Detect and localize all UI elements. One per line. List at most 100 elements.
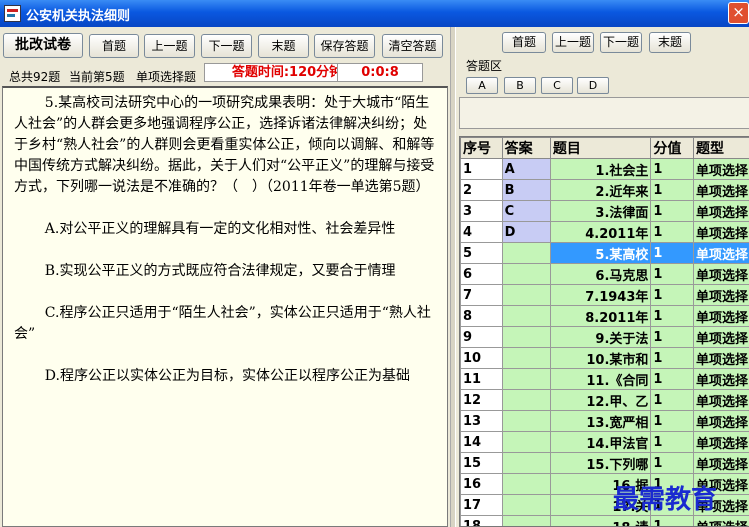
row-type[interactable]: 单项选择 [692, 368, 749, 390]
row-answer[interactable]: A [501, 158, 551, 180]
row-type[interactable]: 单项选择 [692, 158, 749, 180]
close-button[interactable]: × [728, 2, 749, 24]
row-number[interactable]: 12 [460, 389, 503, 411]
row-type[interactable]: 单项选择 [692, 347, 749, 369]
row-number[interactable]: 8 [460, 305, 503, 327]
row-score[interactable]: 1 [650, 431, 694, 453]
row-title[interactable]: 11.《合同 [549, 368, 652, 390]
row-title[interactable]: 6.马克思 [549, 263, 652, 285]
row-score[interactable]: 1 [650, 410, 694, 432]
last-question-button[interactable]: 末题 [258, 34, 309, 58]
row-title[interactable]: 15.下列哪 [549, 452, 652, 474]
row-number[interactable]: 17 [460, 494, 503, 516]
table-row[interactable]: 6 6.马克思 1 单项选择 [460, 263, 749, 285]
col-header-score[interactable]: 分值 [650, 137, 694, 159]
row-type[interactable]: 单项选择 [692, 284, 749, 306]
row-score[interactable]: 1 [650, 179, 694, 201]
row-title[interactable]: 3.法律面 [549, 200, 652, 222]
col-header-answer[interactable]: 答案 [501, 137, 551, 159]
row-number[interactable]: 10 [460, 347, 503, 369]
grade-exam-button[interactable]: 批改试卷 [3, 33, 83, 58]
row-score[interactable]: 1 [650, 347, 694, 369]
table-row[interactable]: 7 7.1943年 1 单项选择 [460, 284, 749, 306]
col-header-number[interactable]: 序号 [460, 137, 503, 159]
table-row[interactable]: 1 A 1.社会主 1 单项选择 [460, 158, 749, 180]
row-title[interactable]: 10.某市和 [549, 347, 652, 369]
row-answer[interactable] [501, 431, 551, 453]
choice-b-button[interactable]: B [504, 77, 536, 94]
row-type[interactable]: 单项选择 [692, 221, 749, 243]
table-row[interactable]: 8 8.2011年 1 单项选择 [460, 305, 749, 327]
choice-a-button[interactable]: A [466, 77, 498, 94]
table-row[interactable]: 5 5.某高校 1 单项选择 [460, 242, 749, 264]
row-number[interactable]: 4 [460, 221, 503, 243]
row-number[interactable]: 5 [460, 242, 503, 264]
choice-c-button[interactable]: C [541, 77, 573, 94]
row-answer[interactable] [501, 452, 551, 474]
table-row[interactable]: 12 12.甲、乙 1 单项选择 [460, 389, 749, 411]
row-title[interactable]: 12.甲、乙 [549, 389, 652, 411]
row-answer[interactable] [501, 389, 551, 411]
right-prev-button[interactable]: 上一题 [552, 32, 594, 53]
row-answer[interactable] [501, 242, 551, 264]
row-score[interactable]: 1 [650, 221, 694, 243]
row-answer[interactable] [501, 368, 551, 390]
row-score[interactable]: 1 [650, 284, 694, 306]
row-type[interactable]: 单项选择 [692, 515, 749, 526]
choice-d-button[interactable]: D [577, 77, 609, 94]
right-next-button[interactable]: 下一题 [600, 32, 642, 53]
row-number[interactable]: 14 [460, 431, 503, 453]
row-score[interactable]: 1 [650, 389, 694, 411]
clear-answers-button[interactable]: 清空答题 [382, 34, 443, 58]
table-row[interactable]: 18 18.请1单项选择 [460, 515, 749, 526]
table-row[interactable]: 9 9.关于法 1 单项选择 [460, 326, 749, 348]
row-title[interactable]: 1.社会主 [549, 158, 652, 180]
table-row[interactable]: 10 10.某市和 1 单项选择 [460, 347, 749, 369]
table-row[interactable]: 13 13.宽严相 1 单项选择 [460, 410, 749, 432]
row-answer[interactable]: C [501, 200, 551, 222]
table-row[interactable]: 4 D 4.2011年 1 单项选择 [460, 221, 749, 243]
row-score[interactable]: 1 [650, 263, 694, 285]
row-score[interactable]: 1 [650, 368, 694, 390]
next-question-button[interactable]: 下一题 [201, 34, 252, 58]
row-answer[interactable] [501, 347, 551, 369]
row-title[interactable]: 14.甲法官 [549, 431, 652, 453]
row-number[interactable]: 16 [460, 473, 503, 495]
col-header-type[interactable]: 题型 [692, 137, 749, 159]
row-type[interactable]: 单项选择 [692, 200, 749, 222]
row-type[interactable]: 单项选择 [692, 305, 749, 327]
row-title[interactable]: 4.2011年 [549, 221, 652, 243]
answer-grid[interactable]: 序号 答案 题目 分值 题型 1 A 1.社会主 1 单项选择 2 B 2.近年来 1 单项选择 3… [459, 136, 749, 527]
save-answers-button[interactable]: 保存答题 [314, 34, 375, 58]
row-type[interactable]: 单项选择 [692, 452, 749, 474]
row-score[interactable]: 1 [650, 452, 694, 474]
row-answer[interactable] [501, 410, 551, 432]
row-answer[interactable]: B [501, 179, 551, 201]
row-type[interactable]: 单项选择 [692, 179, 749, 201]
row-type[interactable]: 单项选择 [692, 326, 749, 348]
row-number[interactable]: 2 [460, 179, 503, 201]
row-answer[interactable] [501, 473, 551, 495]
row-number[interactable]: 7 [460, 284, 503, 306]
right-first-button[interactable]: 首题 [502, 32, 546, 53]
right-last-button[interactable]: 末题 [649, 32, 691, 53]
col-header-title[interactable]: 题目 [549, 137, 652, 159]
row-number[interactable]: 18 [460, 515, 503, 526]
row-answer[interactable] [501, 263, 551, 285]
prev-question-button[interactable]: 上一题 [144, 34, 195, 58]
row-number[interactable]: 11 [460, 368, 503, 390]
row-title[interactable]: 2.近年来 [549, 179, 652, 201]
table-row[interactable]: 2 B 2.近年来 1 单项选择 [460, 179, 749, 201]
row-answer[interactable] [501, 305, 551, 327]
first-question-button[interactable]: 首题 [89, 34, 139, 58]
row-score[interactable]: 1 [650, 326, 694, 348]
row-type[interactable]: 单项选择 [692, 410, 749, 432]
row-number[interactable]: 3 [460, 200, 503, 222]
row-title[interactable]: 18.请 [549, 515, 652, 526]
row-type[interactable]: 单项选择 [692, 389, 749, 411]
row-answer[interactable]: D [501, 221, 551, 243]
row-type[interactable]: 单项选择 [692, 242, 749, 264]
row-number[interactable]: 9 [460, 326, 503, 348]
row-type[interactable]: 单项选择 [692, 431, 749, 453]
row-number[interactable]: 13 [460, 410, 503, 432]
